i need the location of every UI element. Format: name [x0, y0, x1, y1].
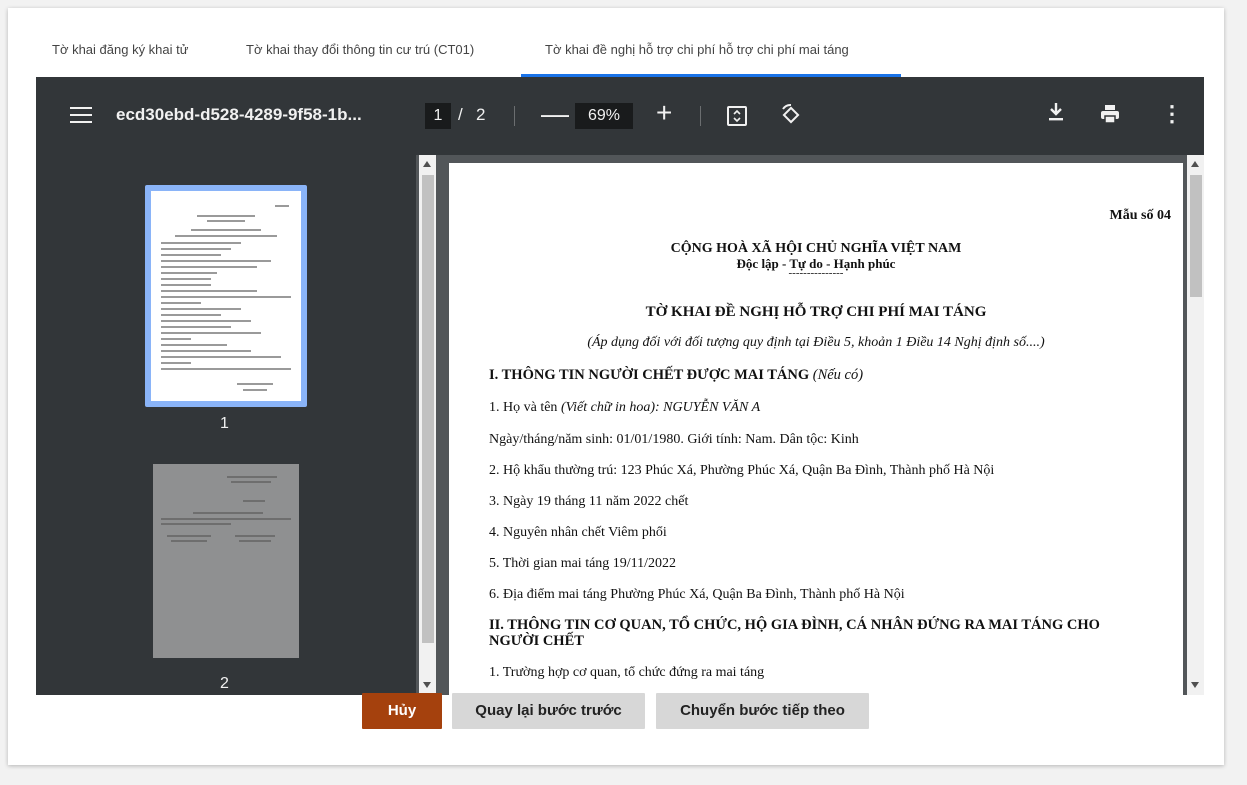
thumbnail-label-1: 1 — [220, 415, 229, 432]
pdf-viewer: ecd30ebd-d528-4289-9f58-1b... 1 / 2 — 69… — [36, 77, 1204, 695]
country-heading: CỘNG HOÀ XÃ HỘI CHỦ NGHĨA VIỆT NAM — [670, 241, 962, 256]
cancel-button[interactable]: Hủy — [362, 693, 442, 729]
total-pages: 2 — [476, 105, 486, 124]
print-icon[interactable] — [1099, 103, 1121, 125]
next-step-button[interactable]: Chuyển bước tiếp theo — [656, 693, 869, 729]
print-glyph — [1101, 105, 1119, 124]
field-death-date: 3. Ngày 19 tháng 11 năm 2022 chết — [489, 494, 689, 509]
plus-icon[interactable]: + — [656, 97, 672, 129]
section-2-heading-line-2: NGƯỜI CHẾT — [489, 633, 584, 649]
sidebar-scrollbar-thumb[interactable] — [422, 175, 434, 643]
field-full-name-value: (Viết chữ in hoa): NGUYỄN VĂN A — [560, 400, 761, 415]
more-vertical-icon[interactable]: ⋮ — [1161, 101, 1183, 127]
field-birth-info: Ngày/tháng/năm sinh: 01/01/1980. Giới tí… — [489, 432, 859, 447]
heading-rule: --------------- — [788, 267, 844, 279]
tab-residence-change-ct01[interactable]: Tờ khai thay đổi thông tin cư trú (CT01) — [246, 42, 474, 57]
minus-icon[interactable]: — — [541, 99, 569, 129]
zoom-level-input[interactable]: 69% — [575, 103, 633, 129]
previous-step-button[interactable]: Quay lại bước trước — [452, 693, 645, 729]
document-scroll-up-icon[interactable] — [1191, 161, 1199, 167]
rotate-icon[interactable] — [779, 103, 803, 132]
pdf-toolbar: ecd30ebd-d528-4289-9f58-1b... 1 / 2 — 69… — [36, 77, 1204, 155]
thumbnail-sidebar: 1 2 — [36, 155, 416, 695]
field-death-cause: 4. Nguyên nhân chết Viêm phổi — [489, 525, 667, 540]
toolbar-divider — [514, 106, 515, 126]
document-scrollbar-thumb[interactable] — [1190, 175, 1202, 297]
form-number: Mẫu số 04 — [1109, 208, 1171, 223]
section-2-heading-line-1: II. THÔNG TIN CƠ QUAN, TỔ CHỨC, HỘ GIA Đ… — [489, 617, 1100, 633]
download-glyph — [1049, 103, 1063, 121]
field-burial-time: 5. Thời gian mai táng 19/11/2022 — [489, 556, 677, 571]
thumbnail-label-2: 2 — [220, 675, 229, 692]
menu-icon[interactable] — [70, 107, 92, 125]
tab-funeral-support[interactable]: Tờ khai đề nghị hỗ trợ chi phí hỗ trợ ch… — [545, 42, 849, 57]
current-page-input[interactable]: 1 — [425, 103, 451, 129]
pdf-page-1: Mẫu số 04 CỘNG HOÀ XÃ HỘI CHỦ NGHĨA VIỆT… — [449, 163, 1183, 695]
field-permanent-address: 2. Hộ khẩu thường trú: 123 Phúc Xá, Phườ… — [489, 463, 995, 478]
field-organization-case: 1. Trường hợp cơ quan, tổ chức đứng ra m… — [489, 665, 765, 680]
field-burial-place: 6. Địa điểm mai táng Phường Phúc Xá, Quậ… — [489, 587, 905, 602]
fit-page-icon[interactable] — [727, 106, 747, 126]
thumbnail-page-1[interactable] — [145, 185, 307, 407]
field-full-name: 1. Họ và tên (Viết chữ in hoa): NGUYỄN V… — [489, 400, 760, 416]
document-scroll-down-icon[interactable] — [1191, 682, 1199, 688]
form-card: Tờ khai đăng ký khai tử Tờ khai thay đổi… — [8, 8, 1224, 765]
page-separator: / — [458, 105, 463, 124]
field-full-name-label: 1. Họ và tên — [489, 400, 558, 415]
tab-bar: Tờ khai đăng ký khai tử Tờ khai thay đổi… — [8, 8, 1224, 78]
pdf-filename: ecd30ebd-d528-4289-9f58-1b... — [116, 105, 362, 124]
fit-page-glyph — [733, 109, 741, 123]
section-1-title: I. THÔNG TIN NGƯỜI CHẾT ĐƯỢC MAI TÁNG — [489, 367, 810, 383]
document-subtitle: (Áp dụng đối với đối tượng quy định tại … — [587, 335, 1045, 350]
toolbar-divider — [700, 106, 701, 126]
section-1-note: (Nếu có) — [812, 367, 864, 383]
document-title: TỜ KHAI ĐỀ NGHỊ HỖ TRỢ CHI PHÍ MAI TÁNG — [645, 304, 987, 320]
rotate-glyph — [782, 104, 800, 124]
sidebar-scroll-up-icon[interactable] — [423, 161, 431, 167]
tab-death-registration[interactable]: Tờ khai đăng ký khai tử — [52, 42, 188, 57]
thumbnail-page-1-image — [151, 191, 301, 401]
thumbnail-page-2[interactable] — [153, 464, 299, 658]
download-icon[interactable] — [1046, 101, 1066, 129]
sidebar-scroll-down-icon[interactable] — [423, 682, 431, 688]
section-1-heading: I. THÔNG TIN NGƯỜI CHẾT ĐƯỢC MAI TÁNG (N… — [489, 367, 863, 384]
